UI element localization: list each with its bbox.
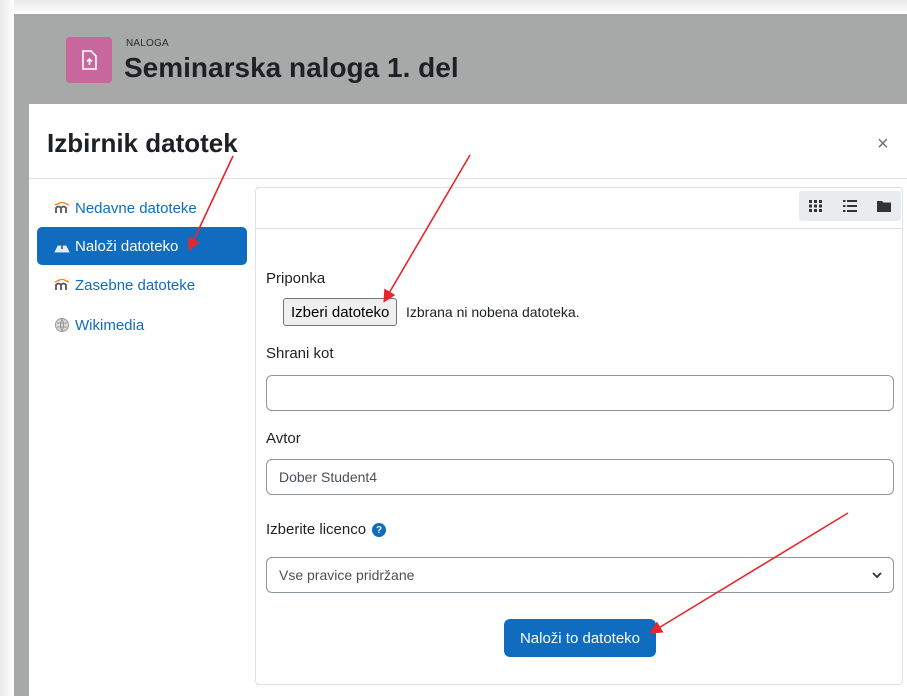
file-status-text: Izbrana ni nobena datoteka. <box>406 304 580 320</box>
wikimedia-icon <box>54 317 70 333</box>
sidebar-item-label: Nedavne datoteke <box>75 199 197 217</box>
sidebar-item-label: Naloži datoteko <box>75 237 179 255</box>
author-input[interactable]: Dober Student4 <box>266 459 894 495</box>
activity-type-label: NALOGA <box>126 38 169 49</box>
dialog-divider <box>29 178 907 179</box>
sidebar-item-wikimedia[interactable]: Wikimedia <box>37 306 247 344</box>
window-shadow-top <box>0 0 907 14</box>
sidebar-item-recent-files[interactable]: Nedavne datoteke <box>37 189 247 227</box>
moodle-icon <box>54 277 70 293</box>
folder-view-icon[interactable] <box>871 193 897 219</box>
list-view-icon[interactable] <box>837 193 863 219</box>
sidebar-item-label: Zasebne datoteke <box>75 276 196 294</box>
attachment-label: Priponka <box>266 270 326 287</box>
activity-title: Seminarska naloga 1. del <box>124 52 459 83</box>
dialog-title: Izbirnik datotek <box>47 128 238 158</box>
save-as-input[interactable] <box>266 375 894 411</box>
moodle-icon <box>54 200 70 216</box>
license-select[interactable]: Vse pravice pridržane <box>266 557 894 593</box>
license-selected-value: Vse pravice pridržane <box>279 567 415 583</box>
license-label: Izberite licenco <box>266 521 367 538</box>
window-shadow-left <box>0 0 14 696</box>
save-as-label: Shrani kot <box>266 345 334 362</box>
upload-icon <box>54 238 70 254</box>
author-label: Avtor <box>266 430 301 447</box>
file-upload-icon <box>66 37 112 83</box>
grid-view-icon[interactable] <box>803 193 829 219</box>
sidebar-item-private-files[interactable]: Zasebne datoteke <box>37 266 247 304</box>
panel-divider <box>256 228 902 229</box>
close-icon[interactable]: × <box>877 133 889 156</box>
file-picker-dialog: Izbirnik datotek × Nedavne datoteke Nalo… <box>29 104 907 696</box>
upload-this-file-button[interactable]: Naloži to datoteko <box>504 619 656 657</box>
sidebar-item-upload-file[interactable]: Naloži datoteko <box>37 227 247 265</box>
chevron-down-icon <box>871 568 883 584</box>
upload-panel: Priponka Izberi datoteko Izbrana ni nobe… <box>255 187 903 685</box>
help-icon[interactable]: ? <box>372 523 387 538</box>
license-label-row: Izberite licenco? <box>266 521 387 538</box>
choose-file-button[interactable]: Izberi datoteko <box>283 298 398 326</box>
view-mode-toolbar <box>799 191 901 221</box>
sidebar-item-label: Wikimedia <box>75 316 145 334</box>
